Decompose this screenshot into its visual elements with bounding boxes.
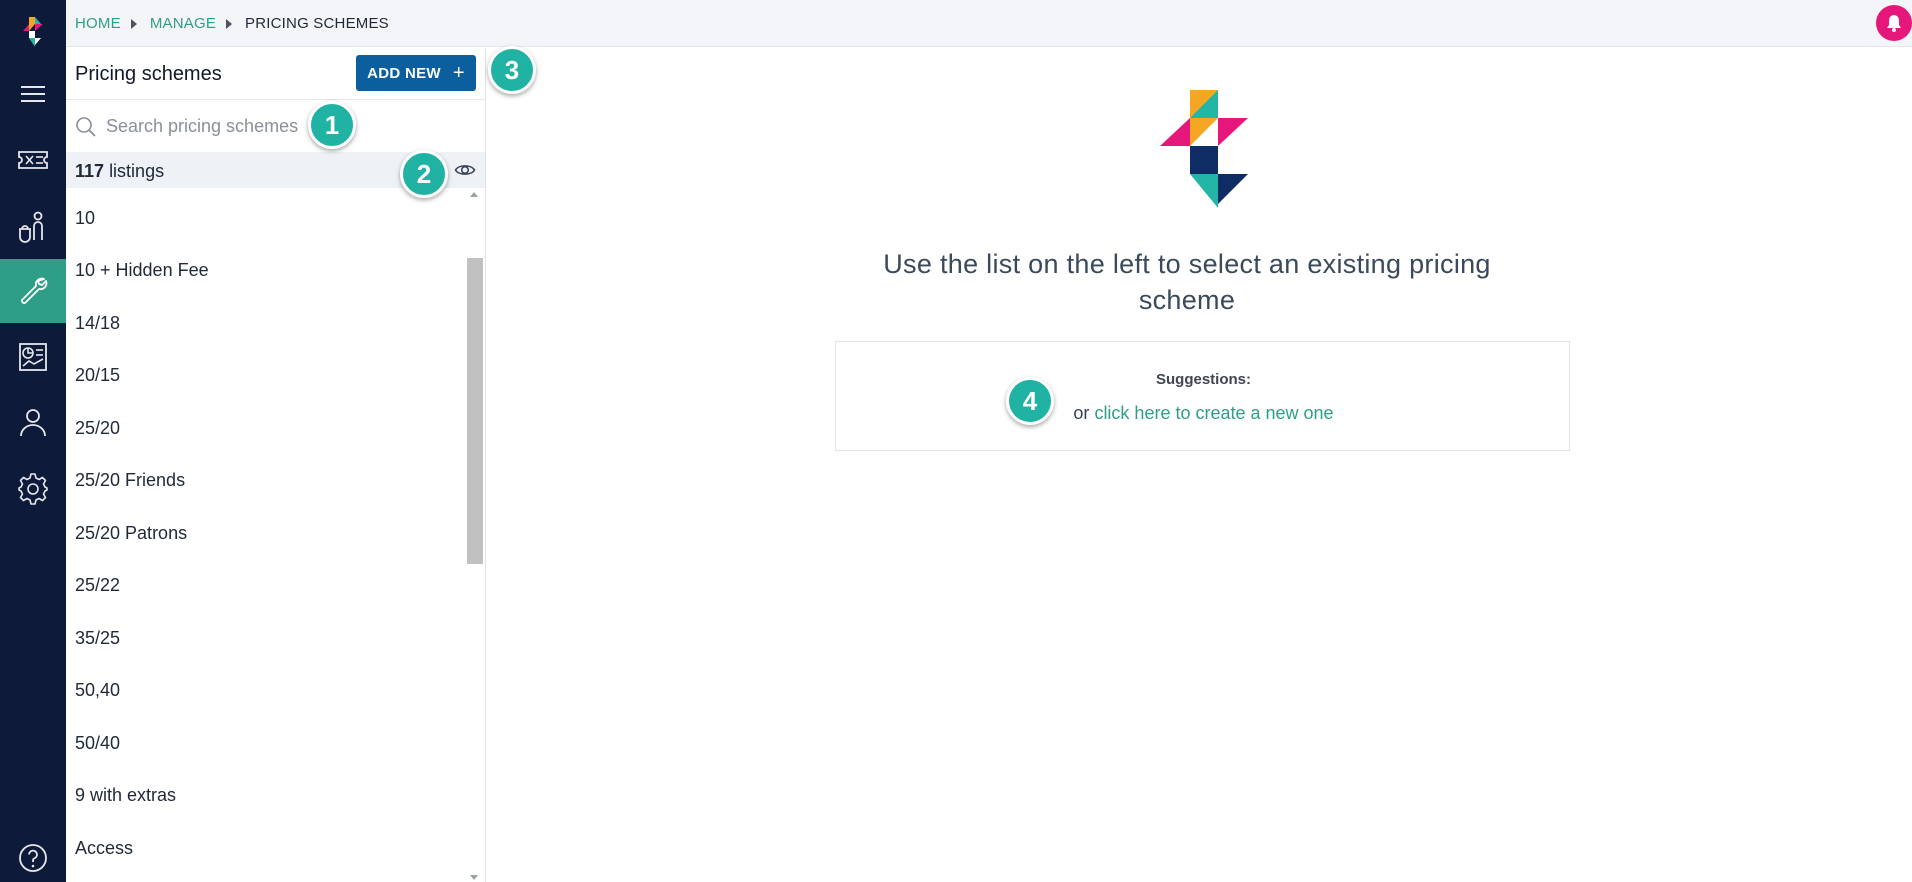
report-icon	[19, 343, 47, 371]
list-item[interactable]: 20/15	[66, 350, 466, 403]
breadcrumb-home[interactable]: HOME	[75, 15, 121, 32]
list-item[interactable]: 50/40	[66, 717, 466, 770]
app-logo[interactable]	[0, 0, 66, 64]
pricing-scheme-list: 10 10 + Hidden Fee 14/18 20/15 25/20 25/…	[66, 192, 466, 875]
user-icon	[20, 409, 46, 437]
suggestions-box: Suggestions: or click here to create a n…	[835, 341, 1570, 451]
help-button[interactable]	[0, 826, 66, 882]
customer-icon	[19, 211, 43, 243]
wrench-icon	[21, 277, 48, 304]
list-item[interactable]: 14/18	[66, 297, 466, 350]
breadcrumb-separator-icon	[130, 18, 137, 29]
top-bar: HOME MANAGE PRICING SCHEMES	[66, 0, 1912, 47]
list-item[interactable]: Access	[66, 822, 466, 875]
suggestions-line: or click here to create a new one	[836, 403, 1571, 424]
scroll-thumb[interactable]	[467, 258, 483, 564]
rail-item-settings[interactable]	[0, 456, 66, 520]
notifications-button[interactable]	[1876, 5, 1912, 41]
menu-icon	[21, 86, 45, 102]
list-item[interactable]: 25/22	[66, 560, 466, 613]
plus-icon: +	[452, 62, 465, 84]
scroll-up-icon[interactable]	[470, 192, 478, 197]
annotation-badge-4: 4	[1006, 377, 1054, 425]
breadcrumb-current: PRICING SCHEMES	[245, 15, 389, 32]
rail-item-tickets[interactable]	[0, 128, 66, 192]
listing-count-number: 117	[75, 161, 105, 181]
empty-state-heading: Use the list on the left to select an ex…	[883, 249, 1491, 315]
suggestions-title: Suggestions:	[1155, 371, 1251, 388]
gear-icon	[18, 473, 48, 505]
list-scrollbar[interactable]	[465, 192, 484, 882]
list-item[interactable]: 25/20 Friends	[66, 455, 466, 508]
main-content: Use the list on the left to select an ex…	[487, 48, 1912, 882]
brand-logo-icon	[1160, 90, 1248, 208]
breadcrumb-separator-icon	[226, 18, 233, 29]
add-new-label: ADD NEW	[367, 64, 441, 82]
or-text: or	[1073, 403, 1090, 423]
add-new-button[interactable]: ADD NEW +	[356, 55, 476, 91]
create-new-link[interactable]: click here to create a new one	[1094, 403, 1333, 423]
list-item[interactable]: 9 with extras	[66, 770, 466, 823]
list-item[interactable]: 25/20	[66, 402, 466, 455]
annotation-badge-1: 1	[308, 101, 356, 149]
search-row	[66, 101, 485, 151]
panel-header: Pricing schemes ADD NEW +	[66, 48, 485, 100]
rail-item-customers[interactable]	[0, 194, 66, 258]
app-logo-icon	[23, 17, 43, 47]
menu-button[interactable]	[0, 62, 66, 126]
panel-title: Pricing schemes	[75, 63, 222, 85]
scroll-down-icon[interactable]	[470, 875, 478, 880]
rail-item-reports[interactable]	[0, 325, 66, 389]
listing-count-suffix: listings	[109, 161, 165, 181]
bell-icon	[1887, 15, 1901, 32]
breadcrumb-manage[interactable]: MANAGE	[150, 15, 216, 32]
navigation-rail	[0, 0, 66, 882]
list-item[interactable]: 10	[66, 192, 466, 245]
annotation-badge-2: 2	[400, 150, 448, 198]
help-icon	[19, 844, 47, 872]
list-item[interactable]: 25/20 Patrons	[66, 507, 466, 560]
ticket-icon	[18, 151, 48, 169]
annotation-badge-3: 3	[488, 46, 536, 94]
rail-item-users[interactable]	[0, 390, 66, 454]
listing-count: 117 listings	[75, 161, 164, 182]
list-item[interactable]: 10 + Hidden Fee	[66, 245, 466, 298]
search-icon	[76, 117, 96, 137]
list-item[interactable]: 50,40	[66, 665, 466, 718]
list-item[interactable]: 35/25	[66, 612, 466, 665]
eye-icon[interactable]	[454, 159, 476, 181]
breadcrumb: HOME MANAGE PRICING SCHEMES	[75, 15, 389, 32]
rail-item-manage[interactable]	[0, 259, 66, 323]
